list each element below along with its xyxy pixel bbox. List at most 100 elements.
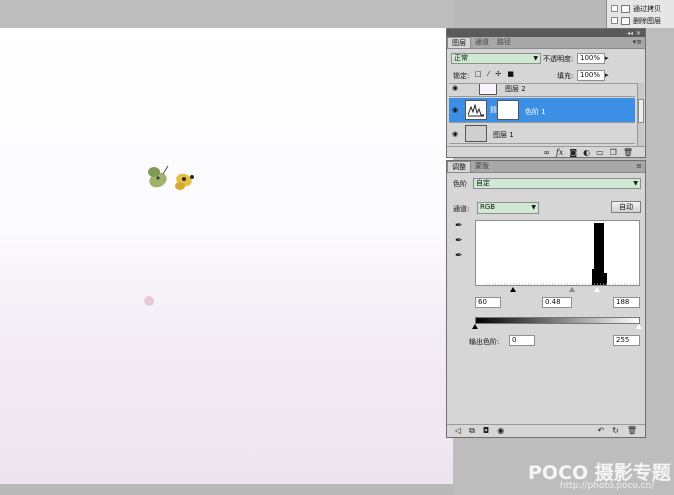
new-layer-icon[interactable]: ❐ [610, 148, 617, 157]
back-arrow-icon[interactable]: ◁ [455, 426, 461, 436]
document-icon [621, 16, 630, 25]
output-white-value: 255 [616, 336, 630, 344]
checkbox-icon [611, 5, 618, 12]
link-icon[interactable]: ∞ [543, 148, 550, 157]
opacity-slider-arrow-icon[interactable]: ▸ [605, 54, 609, 62]
scroll-thumb[interactable] [638, 99, 644, 123]
opacity-label: 不透明度: [543, 55, 574, 63]
eye-icon[interactable]: ◉ [497, 426, 504, 436]
layer-row[interactable]: ◉ 图层 1 [449, 124, 635, 144]
auto-button[interactable]: 自动 [611, 201, 641, 213]
output-black-value: 0 [512, 336, 517, 344]
preset-select[interactable]: 自定 ▼ [473, 178, 641, 189]
layer-thumbnail [479, 84, 497, 95]
levels-histogram [475, 220, 640, 286]
previous-state-icon[interactable]: ↶ [597, 426, 604, 435]
eye-icon[interactable]: ◉ [452, 130, 458, 138]
channel-select[interactable]: RGB ▼ [477, 202, 539, 214]
butterfly-left [148, 165, 169, 188]
fill-input[interactable]: 100% [577, 70, 605, 81]
checkbox-icon [611, 17, 618, 24]
layer-name: 色阶 1 [525, 108, 546, 116]
adjustments-footer: ◁ ⧉ ◘ ◉ ↶ ↻ 🗑 [447, 424, 645, 436]
layer-row-selected[interactable]: ◉ ⛓ 色阶 1 [449, 98, 635, 123]
lock-label: 锁定: [453, 72, 470, 80]
tab-masks[interactable]: 蒙版 [471, 161, 493, 172]
opacity-input[interactable]: 100% [577, 53, 605, 64]
input-black-field[interactable]: 60 [475, 297, 501, 308]
output-black-slider[interactable] [472, 324, 478, 329]
layer-name: 图层 1 [493, 131, 514, 139]
input-gray-value: 0.48 [545, 298, 561, 306]
blend-mode-select[interactable]: 正常 ▼ [451, 53, 541, 64]
black-eyedropper-icon[interactable]: ✒ [455, 221, 463, 231]
butterfly-image [148, 165, 194, 190]
trash-icon[interactable]: 🗑 [623, 148, 633, 157]
layers-panel: ◂◂ ✕ 图层 通道 路径 ▾≡ 正常 ▼ 不透明度: 100% ▸ 锁定: □… [446, 28, 646, 158]
history-panel: 通过拷贝 删除图层 [606, 0, 674, 28]
blend-mode-value: 正常 [454, 54, 468, 62]
layer-row[interactable]: ◉ 图层 2 [449, 84, 635, 97]
pink-blur-dot [144, 296, 154, 306]
close-icon[interactable]: ✕ [636, 30, 641, 37]
history-item[interactable]: 删除图层 [611, 15, 674, 26]
history-item-label: 通过拷贝 [633, 4, 661, 13]
reset-icon[interactable]: ↻ [612, 426, 619, 435]
fx-icon[interactable]: fx [556, 148, 563, 157]
clip-layer-icon[interactable]: ⧉ [469, 426, 475, 436]
input-white-field[interactable]: 188 [613, 297, 640, 308]
input-gray-slider[interactable] [569, 287, 575, 292]
layers-footer: ∞ fx ◙ ◐ ▭ ❐ 🗑 [447, 146, 645, 158]
input-gray-field[interactable]: 0.48 [542, 297, 572, 308]
trash-icon[interactable]: 🗑 [627, 426, 637, 435]
adjustments-panel: 调整 蒙版 ≡ 色阶 自定 ▼ 通道: RGB ▼ 自动 ✒ ✒ ✒ 60 0.… [446, 160, 646, 438]
layers-list: ◉ 图层 2 ◉ ⛓ 色阶 1 ◉ 图层 1 [449, 83, 637, 146]
input-black-slider[interactable] [510, 287, 516, 292]
history-item[interactable]: 通过拷贝 [611, 3, 674, 14]
layer-name: 图层 2 [505, 85, 526, 93]
channel-label: 通道: [453, 205, 470, 213]
gray-eyedropper-icon[interactable]: ✒ [455, 236, 463, 246]
visibility-icon[interactable]: ◘ [483, 426, 489, 436]
chevron-down-icon: ▼ [531, 204, 536, 211]
levels-adjustment-icon [465, 100, 487, 120]
chevron-down-icon: ▼ [633, 180, 638, 187]
chevron-down-icon: ▼ [533, 55, 538, 62]
layer-mask-thumbnail [497, 100, 519, 120]
adjustment-icon[interactable]: ◐ [583, 148, 590, 157]
group-icon[interactable]: ▭ [596, 148, 604, 157]
collapse-icon[interactable]: ◂◂ [627, 30, 633, 37]
white-eyedropper-icon[interactable]: ✒ [455, 251, 463, 261]
fill-slider-arrow-icon[interactable]: ▸ [605, 71, 609, 79]
output-black-field[interactable]: 0 [509, 335, 535, 346]
channel-value: RGB [480, 203, 496, 211]
output-gradient-bar [475, 317, 640, 324]
canvas-top-gap [0, 0, 453, 28]
tab-channels[interactable]: 通道 [471, 37, 493, 48]
input-black-value: 60 [478, 298, 487, 306]
eye-icon[interactable]: ◉ [452, 84, 458, 92]
tab-layers[interactable]: 图层 [447, 37, 471, 48]
output-levels-label: 输出色阶: [469, 338, 500, 346]
poco-url: http://photo.poco.cn/ [560, 481, 655, 491]
history-item-label: 删除图层 [633, 16, 661, 25]
tab-adjustments[interactable]: 调整 [447, 161, 471, 172]
input-white-value: 188 [616, 298, 630, 306]
layers-tabs: 图层 通道 路径 ▾≡ [447, 37, 645, 49]
histogram-graph [486, 223, 639, 285]
preset-value: 自定 [476, 179, 490, 187]
mask-icon[interactable]: ◙ [569, 148, 577, 157]
adjustments-tabs: 调整 蒙版 ≡ [447, 161, 645, 173]
panel-menu-icon[interactable]: ▾≡ [633, 38, 642, 46]
tab-paths[interactable]: 路径 [493, 37, 515, 48]
butterfly-right [175, 173, 194, 190]
lock-icons[interactable]: □ ⁄ ✢ ■ [475, 70, 516, 78]
layers-scrollbar[interactable] [637, 83, 644, 146]
document-canvas[interactable] [0, 28, 453, 484]
panel-menu-icon[interactable]: ≡ [636, 162, 642, 170]
eye-icon[interactable]: ◉ [452, 106, 458, 114]
panel-title-bar[interactable]: ◂◂ ✕ [447, 29, 645, 37]
output-white-slider[interactable] [636, 324, 642, 329]
input-white-slider[interactable] [594, 287, 600, 292]
output-white-field[interactable]: 255 [613, 335, 640, 346]
